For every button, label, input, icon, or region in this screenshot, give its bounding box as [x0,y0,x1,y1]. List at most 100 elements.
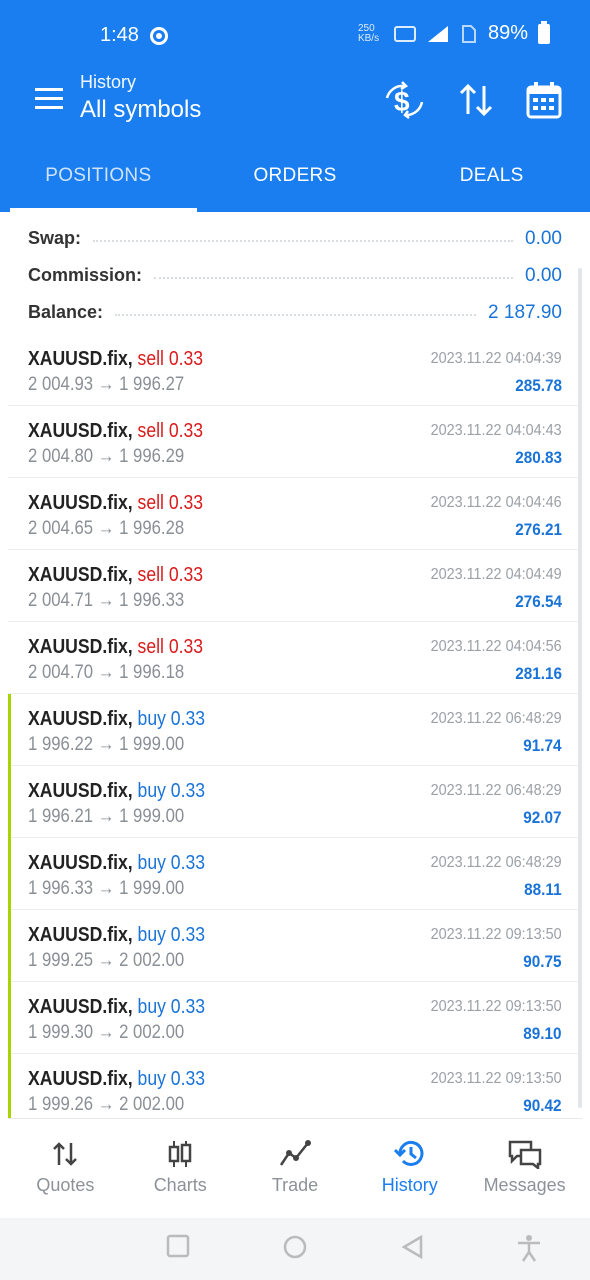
deal-side: buy 0.33 [137,780,206,802]
deal-row[interactable]: XAUUSD.fix, buy 0.33 1 999.30 → 2 002.00 2… [8,982,582,1054]
tab-orders[interactable]: ORDERS [197,140,394,212]
balance-row: Balance: 2 187.90 [8,294,582,331]
home-icon[interactable] [282,1234,308,1260]
nav-charts[interactable]: Charts [123,1119,238,1218]
deal-side: sell 0.33 [137,348,204,370]
recents-icon[interactable] [166,1234,190,1258]
header-subtitle: History [80,72,137,92]
deal-profit: 280.83 [515,448,562,467]
cast-icon [393,25,416,42]
symbol-name: XAUUSD.fix, [28,708,133,730]
nav-trade[interactable]: Trade [238,1119,353,1218]
deal-prices: 2 004.71 → 1 996.33 [28,590,185,611]
charts-icon [168,1141,192,1167]
clock: 1:48 [100,24,139,46]
deal-prices: 1 999.25 → 2 002.00 [28,950,185,971]
symbol-filter[interactable]: All symbols [80,96,201,124]
deal-profit: 88.11 [524,880,562,899]
app-bar: History All symbols $ [0,72,590,140]
deal-prices: 2 004.70 → 1 996.18 [28,662,185,683]
deal-symbol: XAUUSD.fix, buy 0.33 [28,996,205,1019]
nav-history[interactable]: History [352,1119,467,1218]
deal-time: 2023.11.22 06:48:29 [430,854,562,871]
deal-profit: 276.54 [515,592,562,611]
accessibility-icon[interactable] [516,1234,542,1262]
commission-value: 0.00 [525,264,562,286]
deal-time: 2023.11.22 06:48:29 [430,710,562,727]
deal-side: buy 0.33 [137,924,206,946]
tab-deals[interactable]: DEALS [393,140,590,212]
deal-profit: 89.10 [523,1024,562,1043]
scrollbar[interactable] [578,268,582,1108]
deal-row[interactable]: XAUUSD.fix, buy 0.33 1 996.33 → 1 999.00 2… [8,838,582,910]
deal-row[interactable]: XAUUSD.fix, sell 0.33 2 004.70 → 1 996.18… [8,622,582,694]
deal-symbol: XAUUSD.fix, buy 0.33 [28,1068,205,1091]
deal-side: sell 0.33 [137,564,204,586]
deal-time: 2023.11.22 04:04:43 [430,422,562,439]
deal-prices: 1 996.22 → 1 999.00 [28,734,185,755]
deal-row[interactable]: XAUUSD.fix, sell 0.33 2 004.71 → 1 996.33… [8,550,582,622]
deal-time: 2023.11.22 09:13:50 [430,1070,562,1087]
bottom-nav: Quotes Charts Trade History Messages [8,1118,582,1218]
no-sim-icon [461,24,476,43]
deal-time: 2023.11.22 09:13:50 [430,998,562,1015]
sort-icon[interactable] [458,82,494,118]
deal-symbol: XAUUSD.fix, buy 0.33 [28,852,205,875]
deal-symbol: XAUUSD.fix, sell 0.33 [28,492,203,515]
deal-symbol: XAUUSD.fix, sell 0.33 [28,636,203,659]
deal-prices: 2 004.80 → 1 996.29 [28,446,185,467]
balance-label: Balance: [28,302,104,322]
deal-row[interactable]: XAUUSD.fix, buy 0.33 1 996.22 → 1 999.00 2… [8,694,582,766]
deal-side: buy 0.33 [137,708,206,730]
back-icon[interactable] [400,1234,424,1260]
commission-label: Commission: [28,265,143,285]
calendar-icon[interactable] [526,81,562,119]
deal-profit: 90.42 [523,1096,562,1115]
symbol-name: XAUUSD.fix, [28,636,133,658]
deal-row[interactable]: XAUUSD.fix, sell 0.33 2 004.93 → 1 996.27… [8,334,582,406]
symbol-name: XAUUSD.fix, [28,348,133,370]
deal-side: sell 0.33 [137,420,204,442]
deal-time: 2023.11.22 06:48:29 [430,782,562,799]
deal-symbol: XAUUSD.fix, buy 0.33 [28,924,205,947]
battery-icon [538,20,550,44]
deal-profit: 281.16 [515,664,562,683]
trade-icon [279,1140,311,1166]
nav-label: Trade [271,1175,319,1195]
deal-row[interactable]: XAUUSD.fix, sell 0.33 2 004.65 → 1 996.28… [8,478,582,550]
battery-percent: 89% [487,22,528,44]
deal-time: 2023.11.22 04:04:39 [430,350,562,367]
signal-icon [427,25,448,42]
tab-positions[interactable]: POSITIONS [0,140,197,212]
deal-profit: 276.21 [515,520,562,539]
deal-row[interactable]: XAUUSD.fix, buy 0.33 1 996.21 → 1 999.00 2… [8,766,582,838]
symbol-name: XAUUSD.fix, [28,564,133,586]
swap-label: Swap: [28,228,82,248]
symbol-name: XAUUSD.fix, [28,780,133,802]
history-list[interactable]: Swap: 0.00 Commission: 0.00 Balance: 2 1… [8,212,582,1118]
deal-prices: 1 999.30 → 2 002.00 [28,1022,185,1043]
deal-row[interactable]: XAUUSD.fix, sell 0.33 2 004.80 → 1 996.29… [8,406,582,478]
deal-symbol: XAUUSD.fix, buy 0.33 [28,708,205,731]
symbol-name: XAUUSD.fix, [28,996,133,1018]
deal-time: 2023.11.22 04:04:49 [430,566,562,583]
deal-symbol: XAUUSD.fix, sell 0.33 [28,348,203,371]
commission-row: Commission: 0.00 [8,257,582,294]
messages-icon [508,1140,541,1169]
deal-row[interactable]: XAUUSD.fix, buy 0.33 1 999.26 → 2 002.00 2… [8,1054,582,1118]
nav-messages[interactable]: Messages [467,1119,582,1218]
nav-quotes[interactable]: Quotes [8,1119,123,1218]
currency-exchange-icon[interactable]: $ [384,80,426,120]
deal-side: sell 0.33 [137,492,204,514]
nav-label: Charts [153,1175,207,1195]
deal-profit: 92.07 [523,808,562,827]
deal-symbol: XAUUSD.fix, buy 0.33 [28,780,205,803]
deal-prices: 2 004.65 → 1 996.28 [28,518,185,539]
symbol-name: XAUUSD.fix, [28,1068,133,1090]
status-icons: 250 KB/s 89% [358,20,550,45]
deal-prices: 1 996.33 → 1 999.00 [28,878,185,899]
symbol-name: XAUUSD.fix, [28,420,133,442]
menu-icon[interactable] [35,88,63,110]
deal-row[interactable]: XAUUSD.fix, buy 0.33 1 999.25 → 2 002.00 2… [8,910,582,982]
nav-label: Quotes [36,1175,95,1195]
